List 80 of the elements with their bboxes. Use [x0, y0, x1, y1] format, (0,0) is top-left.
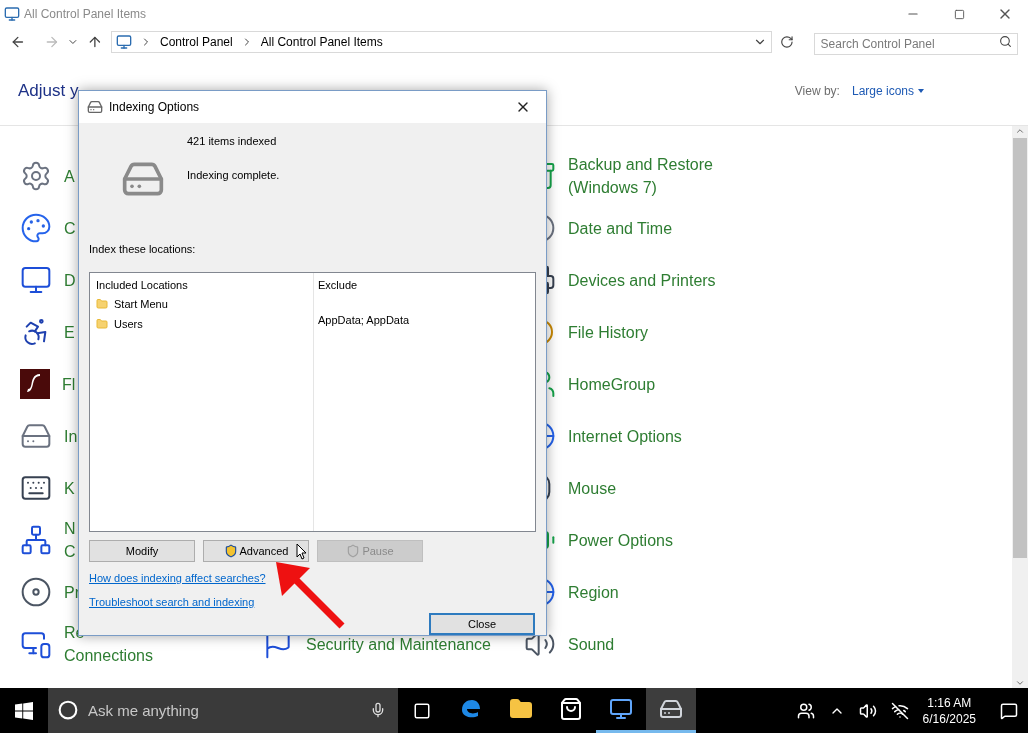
window-title: All Control Panel Items	[24, 6, 147, 23]
items-indexed-text: 421 items indexed	[187, 134, 278, 149]
bag-icon	[559, 697, 583, 721]
volume-icon[interactable]	[858, 701, 877, 720]
item-link[interactable]: In	[64, 424, 78, 448]
location-cell[interactable]: Users	[114, 315, 143, 332]
item-link[interactable]: C	[64, 540, 76, 563]
item-link[interactable]: File History	[568, 320, 648, 344]
task-view-icon	[413, 701, 431, 720]
mouse-cursor-icon	[296, 543, 307, 560]
help-link[interactable]: How does indexing affect searches?	[89, 570, 266, 587]
up-icon[interactable]	[87, 34, 103, 50]
search-field[interactable]: Search Control Panel	[813, 33, 1018, 55]
dialog-title: Indexing Options	[109, 99, 200, 116]
item-link[interactable]: HomeGroup	[568, 372, 656, 396]
item-link[interactable]: C	[64, 216, 76, 240]
search-box[interactable]: Ask me anything	[48, 688, 398, 733]
column-header[interactable]: Exclude	[318, 276, 531, 293]
item-link[interactable]: Mouse	[568, 476, 617, 500]
monitor-icon	[609, 697, 633, 721]
item-link[interactable]: Date and Time	[568, 216, 673, 240]
swoosh-icon	[20, 369, 50, 399]
item-link[interactable]: K	[64, 476, 75, 500]
scroll-up-icon[interactable]	[1015, 126, 1025, 136]
breadcrumb-item[interactable]: Control Panel	[160, 33, 233, 51]
locations-label: Index these locations:	[89, 242, 197, 257]
item-link[interactable]: Security and Maintenance	[306, 632, 491, 656]
shield-icon	[223, 544, 238, 558]
view-by-dropdown[interactable]: Large icons	[851, 81, 924, 100]
folder-icon	[509, 697, 533, 721]
exclude-cell-text: AppData; AppData	[318, 312, 410, 328]
item-link[interactable]: N	[64, 517, 76, 540]
back-icon[interactable]	[10, 34, 26, 50]
folder-icon	[96, 298, 108, 311]
notifications-icon[interactable]	[1000, 701, 1018, 720]
dialog-close-button[interactable]: Close	[429, 613, 535, 635]
item-link[interactable]: Pr	[64, 580, 80, 604]
help-link[interactable]: Troubleshoot search and indexing	[89, 593, 255, 610]
item-link[interactable]: (Windows 7)	[568, 176, 713, 199]
disc-icon	[20, 576, 52, 608]
status-text: Indexing complete.	[187, 167, 280, 183]
column-header[interactable]: Included Locations	[96, 276, 307, 293]
clock[interactable]: 1:16 AM 6/16/2025	[922, 694, 976, 727]
network-icon	[20, 524, 52, 556]
monitor-icon	[4, 6, 20, 22]
scroll-down-icon[interactable]	[1015, 678, 1025, 688]
item-link[interactable]: Internet Options	[568, 424, 682, 448]
dialog-button[interactable]: Advanced	[203, 540, 309, 562]
item-link[interactable]: E	[64, 320, 75, 344]
view-by-label: View by:	[794, 82, 840, 100]
palette-icon	[20, 212, 52, 244]
microphone-icon[interactable]	[370, 702, 386, 718]
search-icon[interactable]	[999, 35, 1012, 48]
windows-logo-icon[interactable]	[15, 701, 33, 720]
item-link[interactable]: A	[64, 164, 75, 188]
network-icon[interactable]	[890, 701, 909, 720]
location-cell[interactable]: Start Menu	[114, 296, 168, 313]
dialog-button[interactable]: Modify	[89, 540, 195, 562]
refresh-icon[interactable]	[779, 35, 794, 49]
item-link[interactable]: D	[64, 268, 76, 292]
breadcrumb-item[interactable]: All Control Panel Items	[260, 33, 383, 51]
taskbar-app[interactable]	[646, 688, 696, 733]
scrollbar[interactable]	[1012, 126, 1028, 688]
page-title: Adjust y	[18, 79, 79, 102]
shield-icon	[346, 544, 361, 558]
item-link[interactable]: Power Options	[568, 528, 673, 552]
item-link[interactable]: Fl	[62, 372, 76, 396]
restore-icon	[953, 8, 965, 20]
item-link[interactable]: Sound	[568, 632, 615, 656]
item-link[interactable]: Devices and Printers	[568, 268, 716, 292]
monitor-icon	[116, 34, 132, 50]
item-link[interactable]: Connections	[64, 644, 153, 667]
item-link[interactable]: Backup and Restore	[568, 153, 713, 176]
gear-icon	[20, 160, 52, 192]
locations-list[interactable]: Included Locations Start Menu Users Exclude AppData; AppData	[89, 271, 536, 532]
item-link[interactable]: Region	[568, 580, 619, 604]
folder-icon	[96, 317, 108, 330]
monitor-icon	[20, 264, 52, 296]
address-bar[interactable]: Control Panel All Control Panel Items	[111, 31, 772, 53]
cortana-circle-icon[interactable]	[58, 700, 78, 720]
